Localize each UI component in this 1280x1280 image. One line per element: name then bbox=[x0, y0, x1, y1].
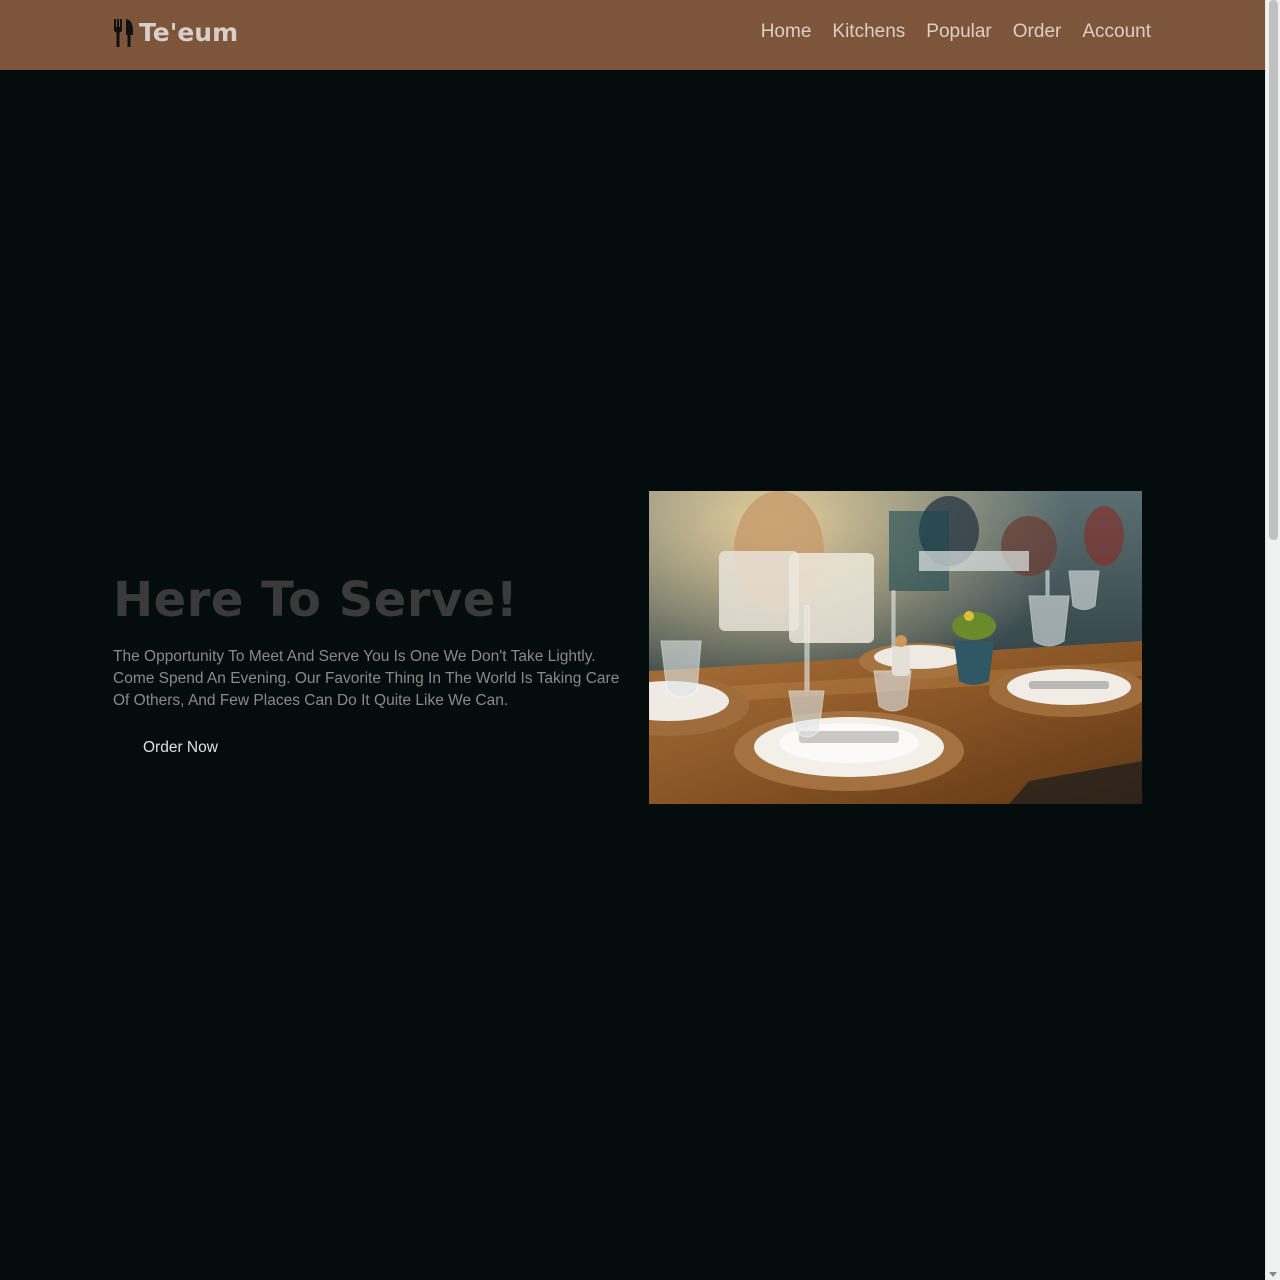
hero-description: The Opportunity To Meet And Serve You Is… bbox=[113, 648, 620, 709]
brand-logo[interactable]: Te'eum bbox=[113, 18, 238, 47]
scroll-down-icon[interactable] bbox=[1269, 1272, 1277, 1277]
page-scrollbar[interactable] bbox=[1265, 0, 1280, 1280]
hero-image bbox=[649, 491, 1142, 804]
nav-home[interactable]: Home bbox=[761, 21, 812, 43]
order-now-button[interactable]: Order Now bbox=[113, 730, 248, 766]
nav-kitchens[interactable]: Kitchens bbox=[832, 21, 905, 43]
scroll-thumb[interactable] bbox=[1269, 0, 1278, 540]
hero-title: Here To Serve! bbox=[113, 572, 519, 628]
utensils-icon bbox=[114, 18, 133, 47]
restaurant-table-photo bbox=[649, 491, 1142, 804]
navbar: Te'eum Home Kitchens Popular Order Accou… bbox=[0, 0, 1265, 70]
brand-name: Te'eum bbox=[139, 18, 239, 47]
nav-popular[interactable]: Popular bbox=[926, 21, 992, 43]
nav-account[interactable]: Account bbox=[1082, 21, 1151, 43]
nav-order[interactable]: Order bbox=[1013, 21, 1062, 43]
main-nav: Home Kitchens Popular Order Account bbox=[761, 21, 1151, 43]
